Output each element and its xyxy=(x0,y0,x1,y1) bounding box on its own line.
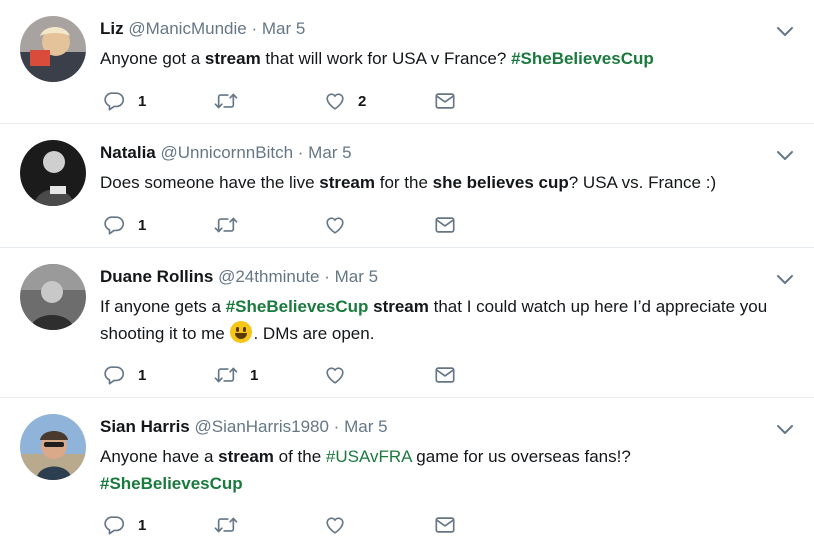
reply-count: 1 xyxy=(138,92,147,110)
separator: · xyxy=(251,19,258,38)
chevron-down-icon[interactable] xyxy=(776,422,794,436)
user-handle[interactable]: @UnnicornnBitch xyxy=(160,143,293,162)
direct-message-button[interactable] xyxy=(434,513,456,537)
like-button[interactable] xyxy=(324,363,358,387)
message-icon xyxy=(434,514,456,536)
tweet-text: Does someone have the live stream for th… xyxy=(100,169,790,196)
text-run: If anyone gets a xyxy=(100,297,226,316)
retweet-button[interactable] xyxy=(214,89,250,113)
text-run: . DMs are open. xyxy=(253,324,375,343)
reply-icon xyxy=(104,90,126,112)
highlight-term: stream xyxy=(204,49,261,68)
reply-icon xyxy=(104,364,126,386)
retweet-icon xyxy=(214,214,238,236)
like-icon xyxy=(324,214,346,236)
retweet-icon xyxy=(214,90,238,112)
highlight-term: stream xyxy=(373,297,429,316)
direct-message-button[interactable] xyxy=(434,89,456,113)
reply-button[interactable]: 1 xyxy=(104,89,146,113)
tweet-date[interactable]: Mar 5 xyxy=(344,417,387,436)
chevron-down-icon[interactable] xyxy=(776,148,794,162)
display-name[interactable]: Duane Rollins xyxy=(100,267,213,286)
tweet-header: Natalia @UnnicornnBitch · Mar 5 xyxy=(100,143,352,163)
hashtag-link[interactable]: #SheBelievesCup xyxy=(226,297,369,316)
message-icon xyxy=(434,214,456,236)
retweet-icon xyxy=(214,364,238,386)
avatar[interactable] xyxy=(20,414,86,480)
tweet-header: Liz @ManicMundie · Mar 5 xyxy=(100,19,305,39)
direct-message-button[interactable] xyxy=(434,213,456,237)
reply-button[interactable]: 1 xyxy=(104,363,146,387)
tweet-header: Sian Harris @SianHarris1980 · Mar 5 xyxy=(100,417,388,437)
tweet[interactable]: Liz @ManicMundie · Mar 5 Anyone got a st… xyxy=(0,0,814,124)
tweet-actions: 1 1 xyxy=(100,363,480,387)
user-handle[interactable]: @ManicMundie xyxy=(128,19,246,38)
text-run: for the xyxy=(375,173,433,192)
text-run: game for us overseas fans!? xyxy=(411,447,631,466)
text-run: that will work for USA v France? xyxy=(260,49,512,68)
tweet-date[interactable]: Mar 5 xyxy=(308,143,351,162)
retweet-count: 1 xyxy=(250,366,259,384)
tweet-actions: 1 xyxy=(100,513,480,537)
avatar[interactable] xyxy=(20,264,86,330)
like-icon xyxy=(324,90,346,112)
reply-icon xyxy=(104,514,126,536)
tweet[interactable]: Natalia @UnnicornnBitch · Mar 5 Does som… xyxy=(0,124,814,248)
chevron-down-icon[interactable] xyxy=(776,272,794,286)
user-handle[interactable]: @SianHarris1980 xyxy=(195,417,329,436)
tweet[interactable]: Duane Rollins @24thminute · Mar 5 If any… xyxy=(0,248,814,398)
display-name[interactable]: Sian Harris xyxy=(100,417,190,436)
hashtag-link[interactable]: #SheBelievesCup xyxy=(100,474,243,493)
tweet[interactable]: Sian Harris @SianHarris1980 · Mar 5 Anyo… xyxy=(0,398,814,548)
like-button[interactable]: 2 xyxy=(324,89,366,113)
tweet-header: Duane Rollins @24thminute · Mar 5 xyxy=(100,267,378,287)
text-run: of the xyxy=(273,447,326,466)
retweet-button[interactable] xyxy=(214,513,250,537)
retweet-icon xyxy=(214,514,238,536)
reply-count: 1 xyxy=(138,366,147,384)
like-count: 2 xyxy=(358,92,367,110)
message-icon xyxy=(434,364,456,386)
separator: · xyxy=(333,417,340,436)
hashtag-link[interactable]: #SheBelievesCup xyxy=(511,49,654,68)
retweet-button[interactable]: 1 xyxy=(214,363,258,387)
avatar[interactable] xyxy=(20,140,86,206)
text-run: Anyone have a xyxy=(100,447,219,466)
reply-button[interactable]: 1 xyxy=(104,213,146,237)
tweet-text: If anyone gets a #SheBelievesCup stream … xyxy=(100,293,790,347)
reply-count: 1 xyxy=(138,516,147,534)
highlight-term: stream xyxy=(218,447,274,466)
hashtag-link[interactable]: #USAvFRA xyxy=(326,447,412,466)
display-name[interactable]: Natalia xyxy=(100,143,156,162)
text-run: Does someone have the live xyxy=(100,173,320,192)
smiley-emoji xyxy=(230,321,253,343)
display-name[interactable]: Liz xyxy=(100,19,124,38)
reply-icon xyxy=(104,214,126,236)
reply-button[interactable]: 1 xyxy=(104,513,146,537)
tweet-text: Anyone got a stream that will work for U… xyxy=(100,45,790,72)
message-icon xyxy=(434,90,456,112)
like-icon xyxy=(324,514,346,536)
avatar[interactable] xyxy=(20,16,86,82)
tweet-date[interactable]: Mar 5 xyxy=(262,19,305,38)
chevron-down-icon[interactable] xyxy=(776,24,794,38)
text-run: ? USA vs. France :) xyxy=(568,173,717,192)
like-button[interactable] xyxy=(324,513,358,537)
like-button[interactable] xyxy=(324,213,358,237)
like-icon xyxy=(324,364,346,386)
user-handle[interactable]: @24thminute xyxy=(218,267,319,286)
retweet-button[interactable] xyxy=(214,213,250,237)
tweet-date[interactable]: Mar 5 xyxy=(335,267,378,286)
direct-message-button[interactable] xyxy=(434,363,456,387)
tweet-text: Anyone have a stream of the #USAvFRA gam… xyxy=(100,443,790,497)
highlight-term: she believes cup xyxy=(432,173,569,192)
tweet-feed: Liz @ManicMundie · Mar 5 Anyone got a st… xyxy=(0,0,814,548)
separator: · xyxy=(324,267,330,286)
highlight-term: stream xyxy=(319,173,376,192)
tweet-actions: 1 2 xyxy=(100,89,480,113)
separator: · xyxy=(297,143,304,162)
tweet-actions: 1 xyxy=(100,213,480,237)
reply-count: 1 xyxy=(138,216,147,234)
text-run: Anyone got a xyxy=(100,49,205,68)
